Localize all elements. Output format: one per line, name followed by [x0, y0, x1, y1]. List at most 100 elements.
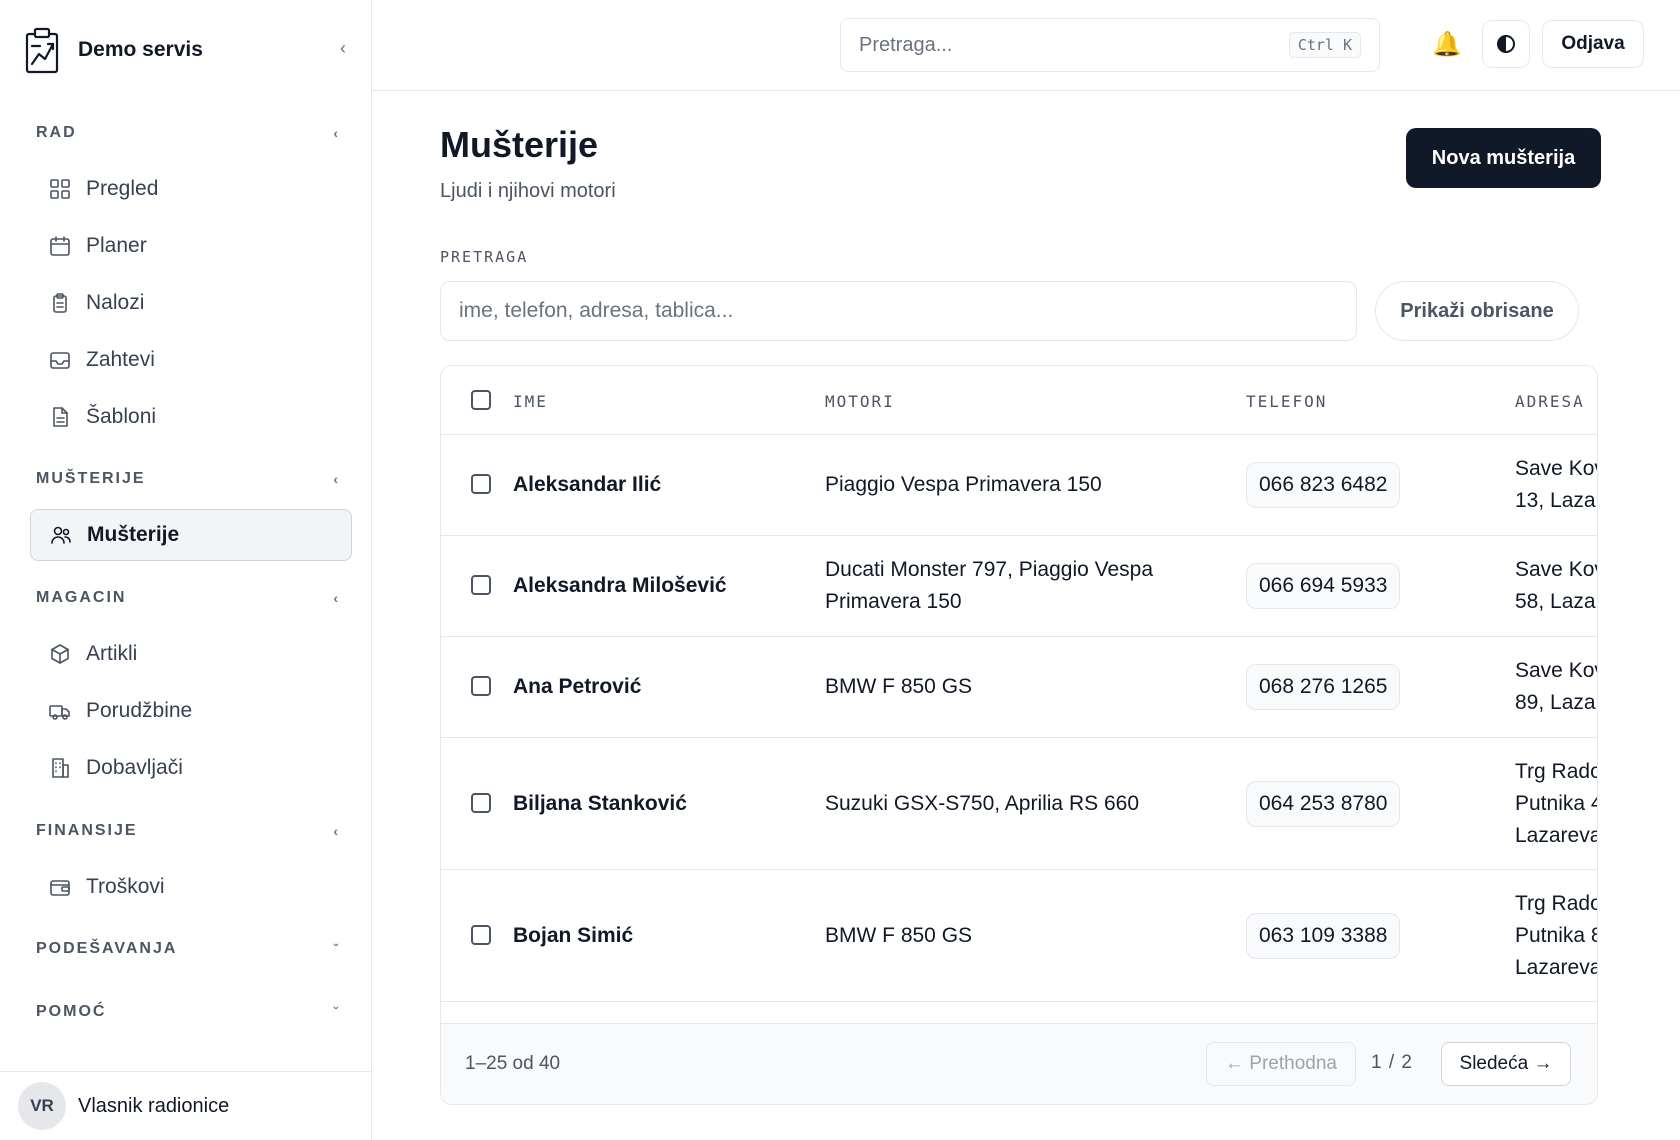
section-label: FINANSIJE: [36, 822, 138, 839]
select-all-checkbox[interactable]: [471, 390, 491, 410]
brand[interactable]: Demo servis ‹: [24, 24, 354, 76]
table-row[interactable]: Aleksandra Milošević Ducati Monster 797,…: [441, 536, 1597, 637]
user-name: Vlasnik radionice: [78, 1094, 230, 1117]
search-label: PRETRAGA: [440, 248, 529, 266]
sidebar-item-musterije[interactable]: Mušterije: [30, 509, 352, 561]
sidebar-item-pregled[interactable]: Pregled: [30, 163, 352, 215]
wallet-icon: [50, 880, 70, 896]
customer-search-input[interactable]: [440, 281, 1357, 341]
page-subtitle: Ljudi i njihovi motori: [440, 180, 616, 202]
pagination-range: 1–25 od 40: [465, 1053, 561, 1074]
phone-badge[interactable]: 068 276 1265: [1246, 664, 1401, 710]
grid-icon: [50, 179, 70, 199]
table-row[interactable]: Bojan Simić BMW F 850 GS 063 109 3388 Tr…: [441, 870, 1597, 1002]
section-magacin[interactable]: MAGACIN ‹: [36, 589, 338, 607]
sidebar-item-sabloni[interactable]: Šabloni: [30, 391, 352, 443]
section-label: RAD: [36, 124, 77, 141]
next-page-button[interactable]: Sledeća →: [1441, 1042, 1571, 1086]
clipboard-chart-logo-icon: [25, 27, 59, 74]
bell-icon[interactable]: 🔔: [1432, 30, 1462, 59]
sidebar-item-dobavljaci[interactable]: Dobavljači: [30, 742, 352, 794]
sidebar-item-planer[interactable]: Planer: [30, 220, 352, 272]
document-icon: [53, 407, 68, 427]
customer-name[interactable]: Aleksandar Ilić: [513, 469, 661, 501]
sidebar-item-troskovi[interactable]: Troškovi: [30, 861, 352, 913]
show-deleted-button[interactable]: Prikaži obrisane: [1375, 281, 1579, 341]
sidebar-item-label: Dobavljači: [86, 756, 183, 779]
phone-badge[interactable]: 066 823 6482: [1246, 462, 1401, 508]
global-search-input[interactable]: [859, 33, 1289, 57]
customer-motors: Ducati Monster 797, Piaggio Vespa Primav…: [825, 558, 1154, 613]
sidebar-item-label: Porudžbine: [86, 699, 193, 722]
customer-motors: Piaggio Vespa Primavera 150: [825, 473, 1102, 496]
phone-badge[interactable]: 064 253 8780: [1246, 781, 1401, 827]
table-row[interactable]: Ana Petrović BMW F 850 GS 068 276 1265 S…: [441, 637, 1597, 738]
column-header-ime[interactable]: IME: [513, 392, 548, 411]
sidebar-item-zahtevi[interactable]: Zahtevi: [30, 334, 352, 386]
clipboard-icon: [53, 293, 67, 313]
customer-name[interactable]: Biljana Stanković: [513, 788, 687, 820]
row-checkbox[interactable]: [471, 925, 491, 945]
sidebar-item-label: Mušterije: [87, 523, 180, 546]
customer-address: Save Kov 13, Lazar: [1515, 457, 1598, 512]
section-label: PODEŠAVANJA: [36, 940, 178, 957]
users-icon: [51, 526, 71, 544]
sidebar-item-artikli[interactable]: Artikli: [30, 628, 352, 680]
sidebar-item-porudzbine[interactable]: Porudžbine: [30, 685, 352, 737]
phone-badge[interactable]: 063 109 3388: [1246, 913, 1401, 959]
table-row[interactable]: Biljana Stanković Suzuki GSX-S750, April…: [441, 738, 1597, 870]
table-pagination: 1–25 od 40 ← Prethodna 1 / 2 Sledeća →: [441, 1023, 1597, 1104]
sidebar-collapse-icon[interactable]: ‹: [340, 38, 346, 59]
phone-badge[interactable]: 066 694 5933: [1246, 563, 1401, 609]
sidebar-item-label: Pregled: [86, 177, 159, 200]
box-icon: [51, 644, 69, 664]
customer-address: Trg Rado Putnika 4 Lazareva: [1515, 760, 1598, 847]
contrast-icon: [1497, 35, 1515, 53]
building-icon: [52, 758, 69, 778]
top-bar: Ctrl K 🔔 Odjava: [372, 0, 1680, 91]
section-label: MUŠTERIJE: [36, 470, 146, 487]
section-rad[interactable]: RAD ‹: [36, 124, 338, 142]
sidebar-item-label: Šabloni: [86, 405, 157, 428]
customer-motors: Suzuki GSX-S750, Aprilia RS 660: [825, 792, 1139, 815]
section-podesavanja[interactable]: PODEŠAVANJA ˇ: [36, 940, 338, 958]
chevron-down-icon: ˇ: [333, 941, 338, 957]
customer-name[interactable]: Bojan Simić: [513, 920, 633, 952]
customers-table: IME MOTORI TELEFON ADRESA Aleksandar Ili…: [440, 365, 1598, 1105]
user-profile[interactable]: VR Vlasnik radionice: [0, 1071, 372, 1140]
logout-button[interactable]: Odjava: [1542, 20, 1644, 68]
chevron-left-icon: ‹: [333, 590, 338, 606]
inbox-icon: [50, 352, 70, 369]
sidebar-item-label: Artikli: [86, 642, 138, 665]
section-finansije[interactable]: FINANSIJE ‹: [36, 822, 338, 840]
column-header-adresa[interactable]: ADRESA: [1515, 392, 1585, 411]
row-checkbox[interactable]: [471, 676, 491, 696]
customer-address: Trg Rado Putnika 8 Lazareva: [1515, 892, 1598, 979]
truck-icon: [49, 705, 70, 720]
prev-page-button[interactable]: ← Prethodna: [1206, 1042, 1356, 1086]
column-header-telefon[interactable]: TELEFON: [1246, 392, 1327, 411]
chevron-left-icon: ‹: [333, 823, 338, 839]
section-musterije[interactable]: MUŠTERIJE ‹: [36, 470, 338, 488]
customer-address: Save Kov 58, Lazar: [1515, 558, 1598, 613]
row-checkbox[interactable]: [471, 575, 491, 595]
row-checkbox[interactable]: [471, 793, 491, 813]
global-search[interactable]: Ctrl K: [840, 18, 1380, 72]
customer-name[interactable]: Ana Petrović: [513, 671, 641, 703]
section-label: POMOĆ: [36, 1003, 107, 1020]
row-checkbox[interactable]: [471, 474, 491, 494]
table-row[interactable]: Aleksandar Ilić Piaggio Vespa Primavera …: [441, 435, 1597, 536]
table-header: IME MOTORI TELEFON ADRESA: [441, 366, 1597, 435]
section-pomoc[interactable]: POMOĆ ˇ: [36, 1003, 338, 1021]
section-label: MAGACIN: [36, 589, 127, 606]
sidebar-item-label: Troškovi: [86, 875, 165, 898]
customer-motors: BMW F 850 GS: [825, 675, 973, 698]
chevron-left-icon: ‹: [333, 471, 338, 487]
customer-name[interactable]: Aleksandra Milošević: [513, 570, 727, 602]
theme-toggle-button[interactable]: [1482, 20, 1530, 68]
new-customer-button[interactable]: Nova mušterija: [1406, 128, 1601, 188]
page-title: Mušterije: [440, 124, 599, 165]
column-header-motori[interactable]: MOTORI: [825, 392, 895, 411]
sidebar-item-nalozi[interactable]: Nalozi: [30, 277, 352, 329]
brand-name: Demo servis: [78, 38, 203, 61]
